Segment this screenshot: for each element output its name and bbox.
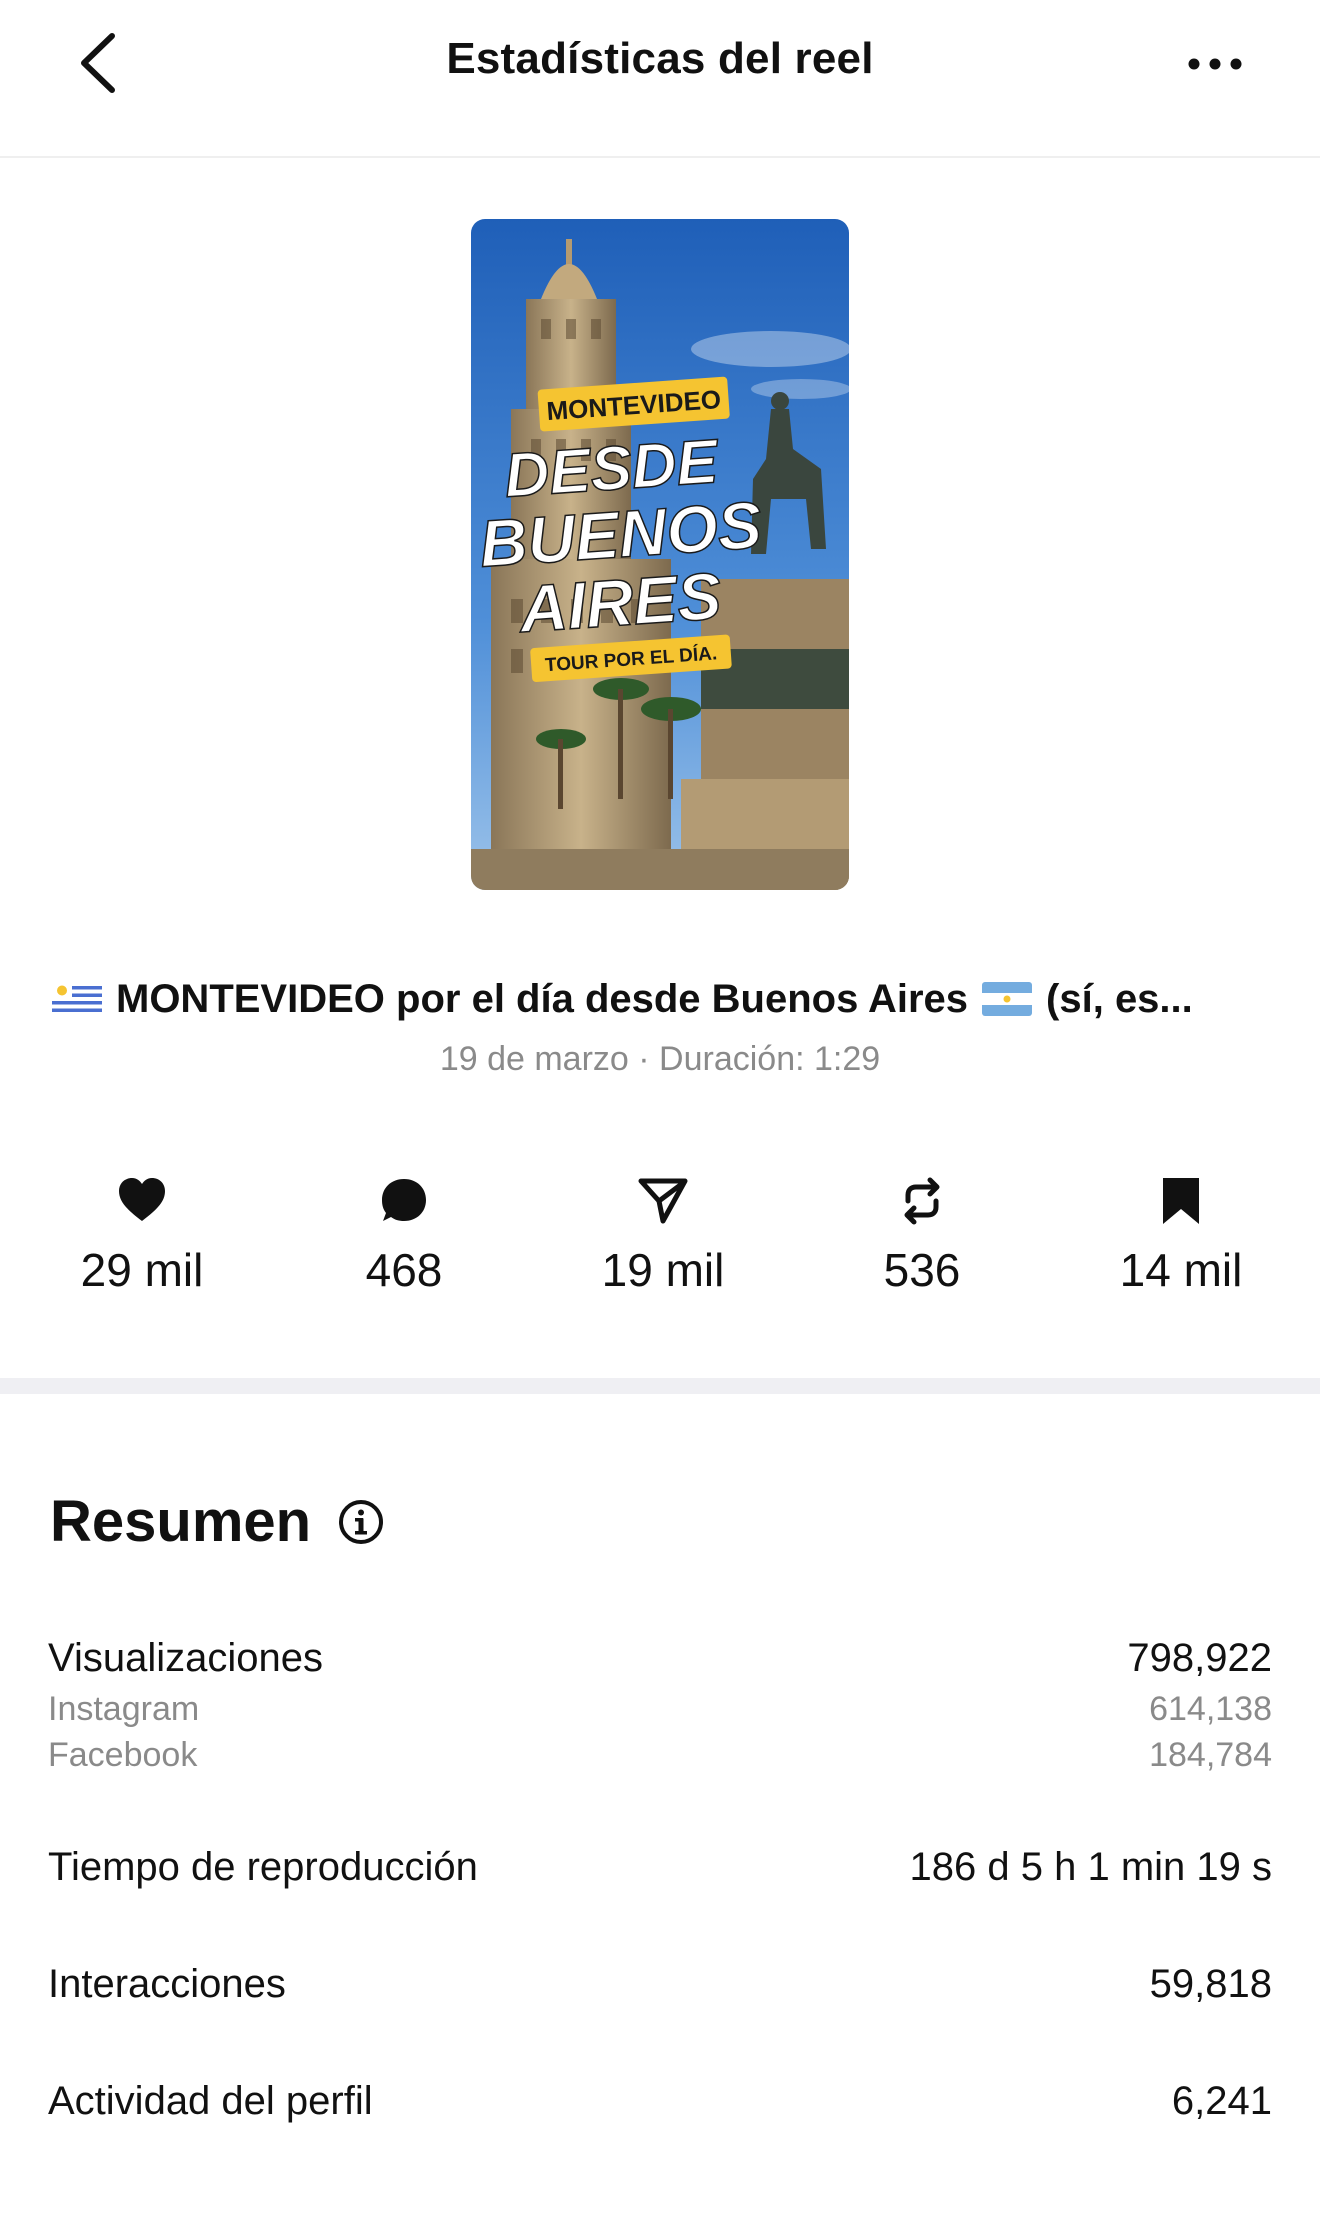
shares-count: 19 mil	[601, 1244, 725, 1296]
section-divider	[0, 1378, 1320, 1394]
metric-interactions[interactable]: Interacciones 59,818	[48, 1962, 1272, 2007]
more-dots-icon	[1188, 58, 1242, 70]
stat-saves[interactable]: 14 mil	[1081, 1175, 1281, 1305]
save-icon	[1163, 1178, 1199, 1224]
metric-views-instagram: Instagram 614,138	[48, 1690, 1272, 1729]
summary-section-title: Resumen	[50, 1488, 385, 1555]
summary-title: Resumen	[50, 1489, 312, 1554]
profile-activity-value: 6,241	[1171, 2079, 1272, 2123]
reel-cover-image: MONTEVIDEO DESDE BUENOS AIRES TOUR POR E…	[471, 219, 849, 890]
metric-watch-time[interactable]: Tiempo de reproducción 186 d 5 h 1 min 1…	[48, 1845, 1272, 1890]
instagram-value: 614,138	[1149, 1690, 1272, 1728]
thumb-line-3: AIRES	[515, 558, 723, 646]
comments-count: 468	[365, 1244, 443, 1296]
views-value: 798,922	[1127, 1636, 1272, 1680]
stat-likes[interactable]: 29 mil	[42, 1175, 242, 1305]
reposts-count: 536	[883, 1244, 961, 1296]
reel-insights-page: Estadísticas del reel MONTEVIDEO DESDE B…	[0, 0, 1320, 2235]
metric-views[interactable]: Visualizaciones 798,922	[48, 1636, 1272, 1681]
top-bar: Estadísticas del reel	[0, 0, 1320, 158]
heart-icon	[119, 1178, 165, 1221]
metric-views-facebook: Facebook 184,784	[48, 1736, 1272, 1775]
engagement-stats: 29 mil 468 19 mil 536 14 mil	[0, 1175, 1320, 1305]
watch-time-label: Tiempo de reproducción	[48, 1845, 478, 1889]
facebook-label: Facebook	[48, 1736, 198, 1774]
facebook-value: 184,784	[1149, 1736, 1272, 1774]
uruguay-flag-icon	[52, 982, 102, 1016]
profile-activity-label: Actividad del perfil	[48, 2079, 373, 2123]
reel-date-duration: 19 de marzo · Duración: 1:29	[439, 1040, 881, 1078]
comment-icon	[382, 1179, 426, 1221]
interactions-value: 59,818	[1149, 1962, 1272, 2006]
more-options-button[interactable]	[1180, 34, 1250, 94]
views-label: Visualizaciones	[48, 1636, 323, 1680]
saves-count: 14 mil	[1119, 1244, 1243, 1296]
stat-comments[interactable]: 468	[304, 1175, 504, 1305]
stat-reposts[interactable]: 536	[822, 1175, 1022, 1305]
stat-shares[interactable]: 19 mil	[563, 1175, 763, 1305]
share-icon	[638, 1178, 688, 1224]
reel-caption: MONTEVIDEO por el día desde Buenos Aires…	[52, 972, 1272, 1026]
caption-text: MONTEVIDEO por el día desde Buenos Aires	[116, 976, 969, 1021]
metric-profile-activity[interactable]: Actividad del perfil 6,241	[48, 2079, 1272, 2124]
interactions-label: Interacciones	[48, 1962, 286, 2006]
page-title: Estadísticas del reel	[446, 34, 874, 83]
watch-time-value: 186 d 5 h 1 min 19 s	[909, 1845, 1272, 1889]
argentina-flag-icon	[982, 982, 1033, 1016]
caption-tail-text[interactable]: (sí, es...	[1046, 977, 1193, 1022]
likes-count: 29 mil	[80, 1244, 204, 1296]
repost-icon	[904, 1177, 940, 1225]
instagram-label: Instagram	[48, 1690, 200, 1728]
reel-thumbnail[interactable]: MONTEVIDEO DESDE BUENOS AIRES TOUR POR E…	[471, 219, 849, 890]
info-icon[interactable]	[337, 1498, 385, 1546]
